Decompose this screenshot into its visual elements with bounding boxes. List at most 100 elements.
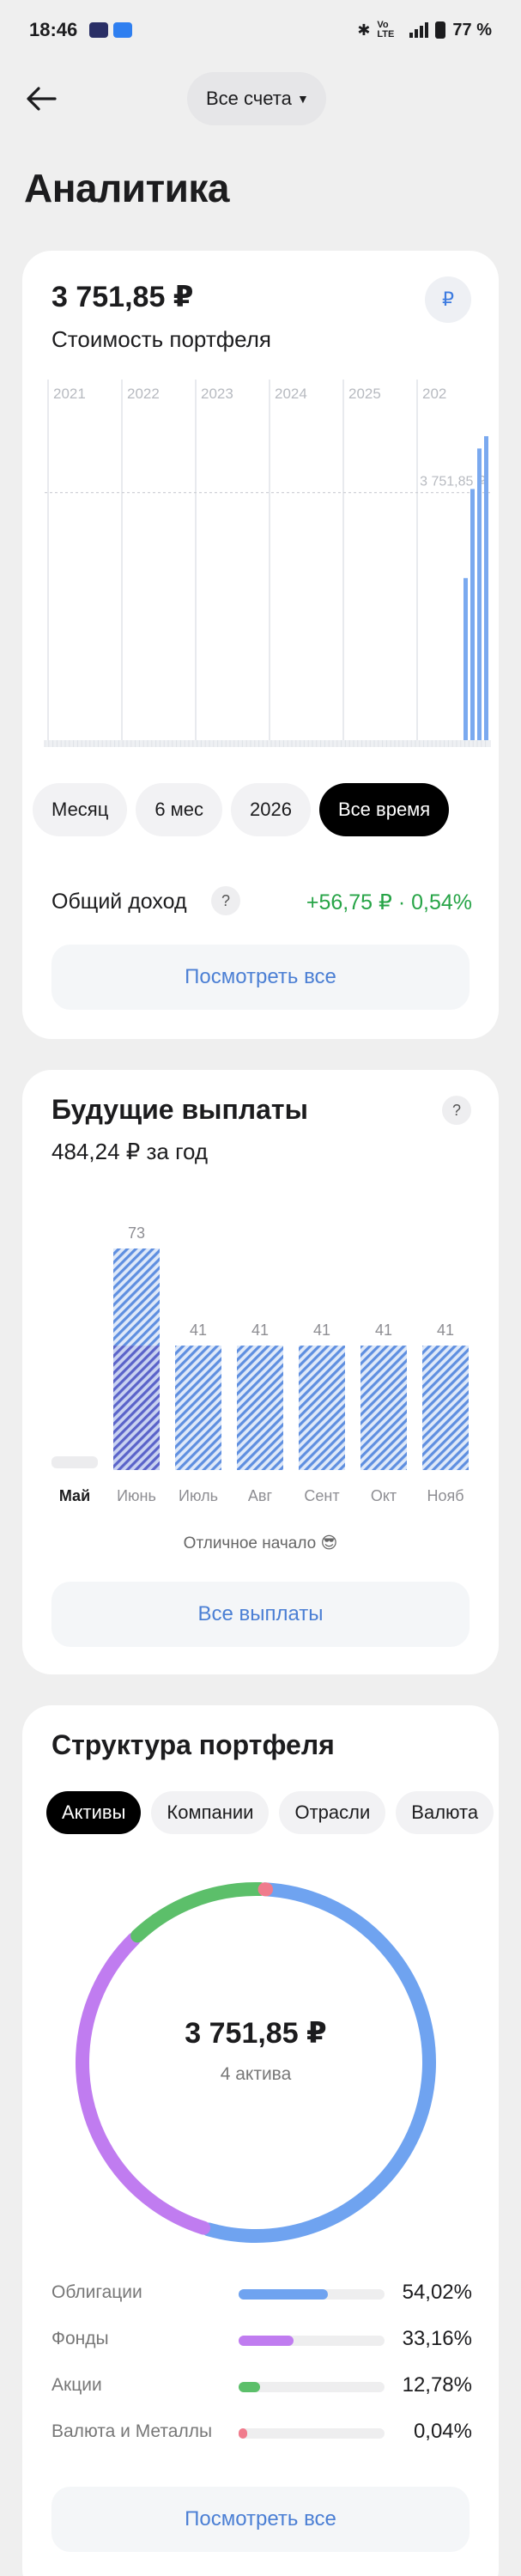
legend-percent: 33,16% (402, 2327, 472, 2350)
legend-bar-track (239, 2382, 385, 2392)
portfolio-value-card: 3 751,85 ₽ Стоимость портфеля ₽ 2021 2022… (22, 251, 499, 1039)
legend-row[interactable]: Облигации 54,02% (51, 2272, 472, 2318)
payout-bar (51, 1456, 98, 1468)
structure-legend: Облигации 54,02% Фонды 33,16% Акции 12,7… (51, 2272, 472, 2458)
signal-icon (409, 22, 429, 38)
value-bar (477, 448, 482, 740)
month-label: Окт (371, 1487, 397, 1504)
account-selector[interactable]: Все счета ▼ (187, 72, 326, 125)
value-bar (463, 578, 468, 740)
payout-value-label: 41 (251, 1321, 269, 1339)
month-label: Сент (304, 1487, 339, 1504)
x-tick-label: 2021 (53, 386, 86, 402)
legend-label: Валюта и Металлы (51, 2421, 213, 2441)
legend-bar-fill (239, 2336, 294, 2346)
legend-row[interactable]: Акции 12,78% (51, 2365, 472, 2411)
legend-label: Облигации (51, 2282, 142, 2302)
legend-row[interactable]: Фонды 33,16% (51, 2318, 472, 2365)
value-bar (484, 435, 488, 740)
legend-percent: 12,78% (402, 2373, 472, 2397)
total-income-label: Общий доход (51, 890, 187, 914)
notification-mail-icon (113, 22, 133, 38)
x-tick-label: 2023 (201, 386, 233, 402)
top-navigation: Все счета ▼ (0, 69, 521, 129)
status-time: 18:46 (29, 19, 78, 40)
legend-row[interactable]: Валюта и Металлы 0,04% (51, 2411, 472, 2458)
portfolio-value-chart: 2021 2022 2023 2024 2025 202 3 751,85 ₽ (44, 380, 491, 747)
payout-bar (299, 1346, 345, 1470)
period-selector: Месяц 6 мес 2026 Все время (33, 783, 450, 836)
period-year-button[interactable]: 2026 (231, 783, 311, 836)
month-label: Авг (248, 1487, 273, 1504)
month-label: Июнь (117, 1487, 156, 1504)
period-month-button[interactable]: Месяц (33, 783, 128, 836)
arrow-left-icon[interactable] (24, 84, 58, 113)
payout-bar (175, 1346, 221, 1470)
legend-bar-fill (239, 2382, 260, 2392)
tab-assets[interactable]: Активы (46, 1791, 142, 1834)
period-all-time-button[interactable]: Все время (319, 783, 450, 836)
payouts-subtitle: 484,24 ₽ за год (51, 1139, 209, 1164)
future-payouts-card: Будущие выплаты ? 484,24 ₽ за год Май 73 И… (22, 1070, 499, 1674)
account-selector-label: Все счета (206, 88, 292, 109)
view-all-button[interactable]: Посмотреть все (51, 945, 470, 1010)
x-tick-label: 2024 (275, 386, 307, 402)
payout-bar (113, 1346, 160, 1470)
battery-level: 77 % (452, 20, 492, 39)
payout-value-label: 41 (313, 1321, 330, 1339)
x-tick-label: 2025 (348, 386, 381, 402)
legend-bar-track (239, 2428, 385, 2439)
payout-bar (360, 1346, 407, 1470)
period-6-months-button[interactable]: 6 мес (136, 783, 223, 836)
month-label: Июль (179, 1487, 218, 1504)
payouts-chart: Май 73 Июнь 41 Июль 41 Авг 41 Сент 41 Окт 41 Нояб (51, 1224, 469, 1504)
battery-icon (435, 21, 446, 39)
legend-bar-fill (239, 2428, 248, 2439)
legend-bar-track (239, 2336, 385, 2346)
tab-currency[interactable]: Валюта (396, 1791, 494, 1834)
payout-bar (113, 1249, 160, 1346)
legend-label: Акции (51, 2375, 102, 2395)
x-tick-label: 202 (422, 386, 446, 402)
tab-companies[interactable]: Компании (151, 1791, 270, 1834)
bluetooth-icon: ✱ (357, 21, 371, 39)
network-type: Vo LTE (377, 20, 395, 39)
help-icon[interactable]: ? (211, 886, 240, 915)
tab-industries[interactable]: Отрасли (279, 1791, 386, 1834)
payouts-note: Отличное начало 😎 (183, 1534, 338, 1552)
structure-title: Структура портфеля (51, 1729, 335, 1760)
x-tick-label: 2022 (127, 386, 160, 402)
month-label: Нояб (427, 1487, 463, 1504)
portfolio-structure-card: Структура портфеля Активы Компании Отрас… (22, 1705, 499, 2576)
legend-bar-track (239, 2289, 385, 2300)
legend-percent: 54,02% (402, 2281, 472, 2304)
status-bar: 18:46 ✱ Vo LTE 77 % (0, 0, 521, 60)
legend-label: Фонды (51, 2329, 109, 2348)
help-icon[interactable]: ? (442, 1096, 471, 1125)
view-all-button[interactable]: Посмотреть все (51, 2487, 470, 2552)
page-title: Аналитика (24, 166, 230, 210)
value-bar (470, 489, 475, 740)
total-income-value: +56,75 ₽ · 0,54% (306, 890, 472, 914)
all-payouts-button[interactable]: Все выплаты (51, 1582, 470, 1647)
payout-bar (237, 1346, 283, 1470)
total-income-row: Общий доход ? +56,75 ₽ · 0,54% (51, 886, 472, 920)
portfolio-subtitle: Стоимость портфеля (51, 326, 271, 352)
payouts-title: Будущие выплаты (51, 1094, 308, 1125)
payout-value-label: 41 (437, 1321, 454, 1339)
legend-percent: 0,04% (413, 2420, 472, 2443)
notification-app-icon (89, 22, 109, 38)
payout-value-label: 41 (375, 1321, 392, 1339)
structure-tabs: Активы Компании Отрасли Валюта (46, 1791, 494, 1834)
caret-down-icon: ▼ (296, 92, 309, 106)
structure-total-value: 3 751,85 ₽ (185, 2017, 327, 2050)
payout-value-label: 41 (190, 1321, 207, 1339)
reference-value-label: 3 751,85 ₽ (420, 475, 486, 489)
payout-bar (422, 1346, 469, 1470)
legend-bar-fill (239, 2289, 329, 2300)
currency-toggle-button[interactable]: ₽ (425, 276, 471, 323)
donut-center: 3 751,85 ₽ 4 актива (67, 1874, 445, 2251)
month-label: Май (59, 1487, 90, 1504)
payout-value-label: 73 (128, 1224, 145, 1242)
portfolio-value: 3 751,85 ₽ (51, 281, 194, 313)
